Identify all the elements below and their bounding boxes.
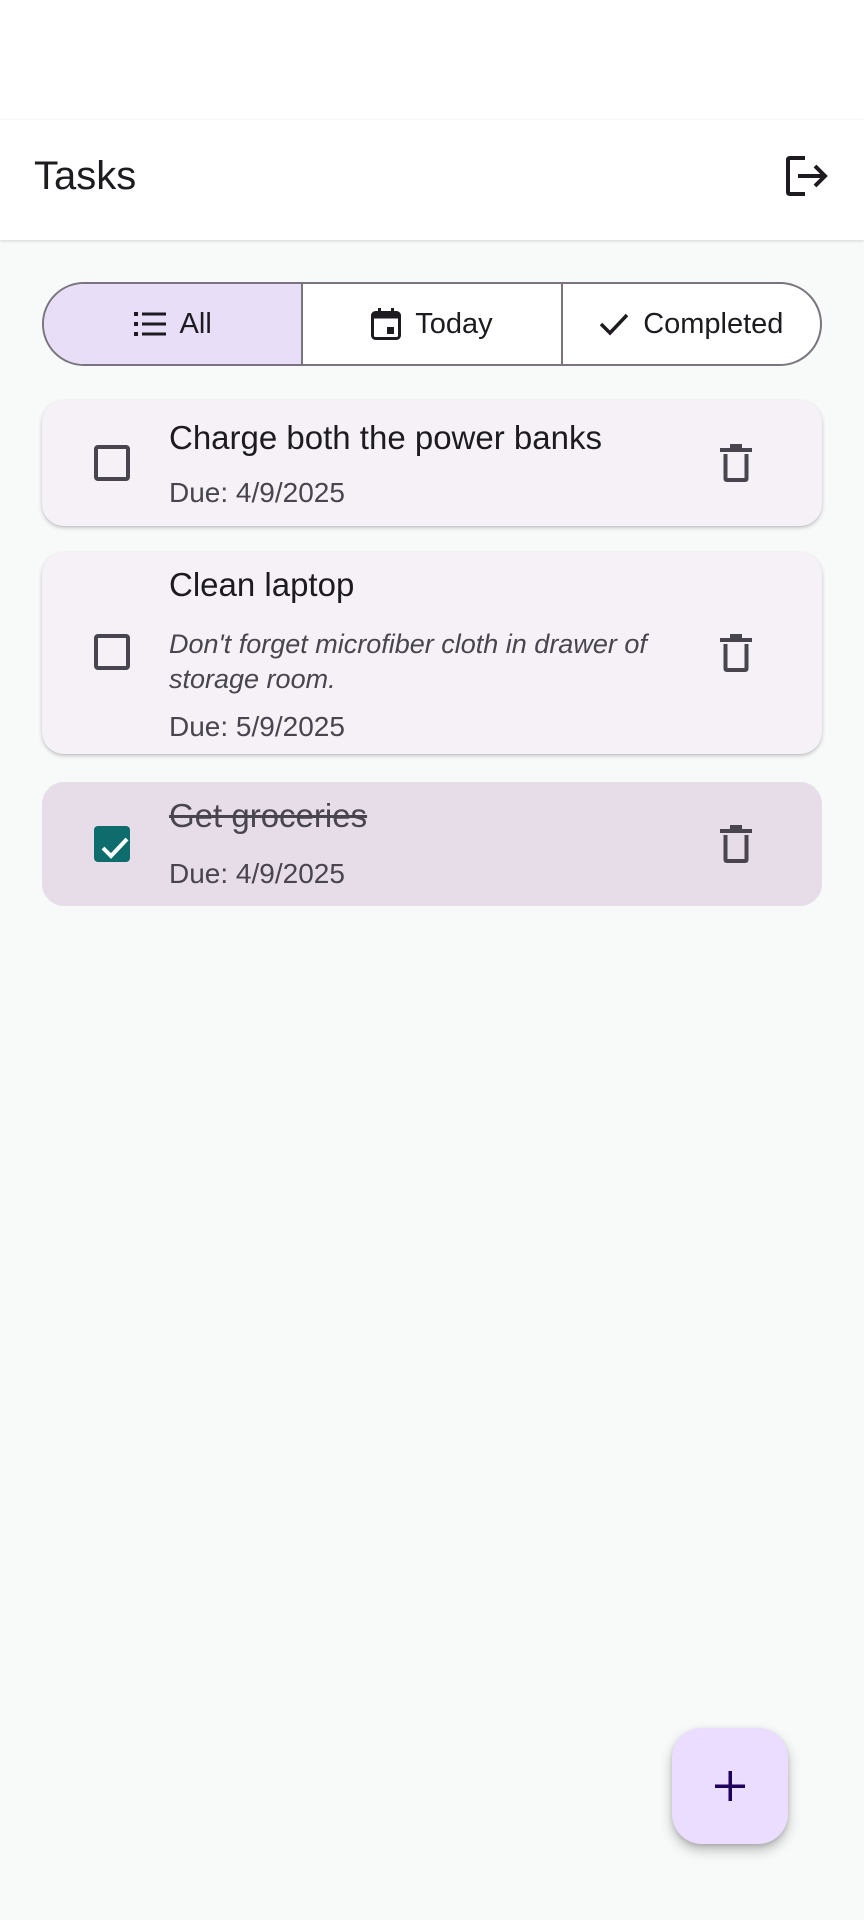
logout-icon [786, 156, 828, 196]
task-title: Clean laptop [169, 566, 355, 603]
task-due-date: Due: 5/9/2025 [169, 711, 345, 742]
status-bar [0, 0, 864, 120]
filter-completed-label: Completed [643, 307, 784, 340]
delete-icon [720, 825, 752, 863]
delete-task-button[interactable] [706, 623, 766, 683]
delete-task-button[interactable] [706, 814, 766, 874]
task-title: Get groceries [169, 797, 368, 834]
task-checkbox-checked[interactable] [94, 826, 130, 862]
add-task-button[interactable] [672, 1728, 788, 1844]
logout-button[interactable] [780, 148, 836, 204]
filter-today-label: Today [415, 307, 493, 340]
task-card[interactable]: Clean laptop Don't forget microfiber clo… [42, 552, 822, 754]
filter-segmented-button: All Today Completed [42, 282, 822, 366]
page-title: Tasks [34, 154, 137, 198]
filter-completed[interactable]: Completed [560, 284, 820, 364]
check-icon [599, 313, 629, 336]
filter-all-label: All [179, 307, 212, 340]
checkmark-icon [101, 837, 129, 859]
calendar-icon [371, 308, 402, 340]
add-icon [715, 1771, 745, 1801]
delete-icon [720, 634, 752, 672]
delete-task-button[interactable] [706, 433, 766, 493]
task-card[interactable]: Charge both the power banks Due: 4/9/202… [42, 400, 822, 526]
task-description: Don't forget microfiber cloth in drawer … [169, 629, 647, 694]
task-card-completed[interactable]: Get groceries Due: 4/9/2025 [42, 782, 822, 906]
task-due-date: Due: 4/9/2025 [169, 477, 345, 508]
task-title: Charge both the power banks [169, 419, 602, 456]
filter-today[interactable]: Today [301, 284, 560, 364]
task-due-date: Due: 4/9/2025 [169, 858, 345, 889]
filter-all[interactable]: All [44, 284, 302, 364]
delete-icon [720, 444, 752, 482]
app-bar: Tasks [0, 120, 864, 240]
task-checkbox[interactable] [94, 634, 130, 670]
list-icon [133, 312, 166, 336]
task-checkbox[interactable] [94, 445, 130, 481]
